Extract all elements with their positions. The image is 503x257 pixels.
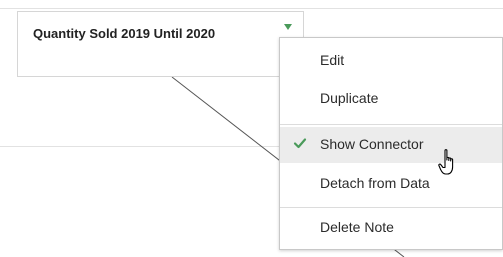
menu-item-detach-from-data[interactable]: Detach from Data <box>280 166 502 202</box>
menu-item-delete-note[interactable]: Delete Note <box>280 210 502 246</box>
checkmark-icon <box>293 138 307 149</box>
canvas: Quantity Sold 2019 Until 2020 Edit Dupli… <box>0 0 503 257</box>
menu-item-show-connector[interactable]: Show Connector <box>280 127 502 163</box>
menu-item-label: Delete Note <box>320 219 394 235</box>
note-text: Quantity Sold 2019 Until 2020 <box>33 26 216 41</box>
note-box[interactable]: Quantity Sold 2019 Until 2020 <box>17 11 304 77</box>
menu-separator <box>280 124 502 125</box>
menu-separator <box>280 207 502 208</box>
context-menu: Edit Duplicate Show Connector Detach fro… <box>279 37 503 250</box>
menu-item-edit[interactable]: Edit <box>280 43 502 79</box>
menu-item-label: Duplicate <box>320 90 379 106</box>
menu-item-label: Detach from Data <box>320 175 430 191</box>
gridline-middle <box>0 146 279 147</box>
menu-item-label: Edit <box>320 52 345 68</box>
gridline-top <box>0 8 503 9</box>
menu-item-label: Show Connector <box>320 136 424 152</box>
dropdown-caret-icon[interactable] <box>284 24 292 30</box>
menu-item-duplicate[interactable]: Duplicate <box>280 81 502 117</box>
